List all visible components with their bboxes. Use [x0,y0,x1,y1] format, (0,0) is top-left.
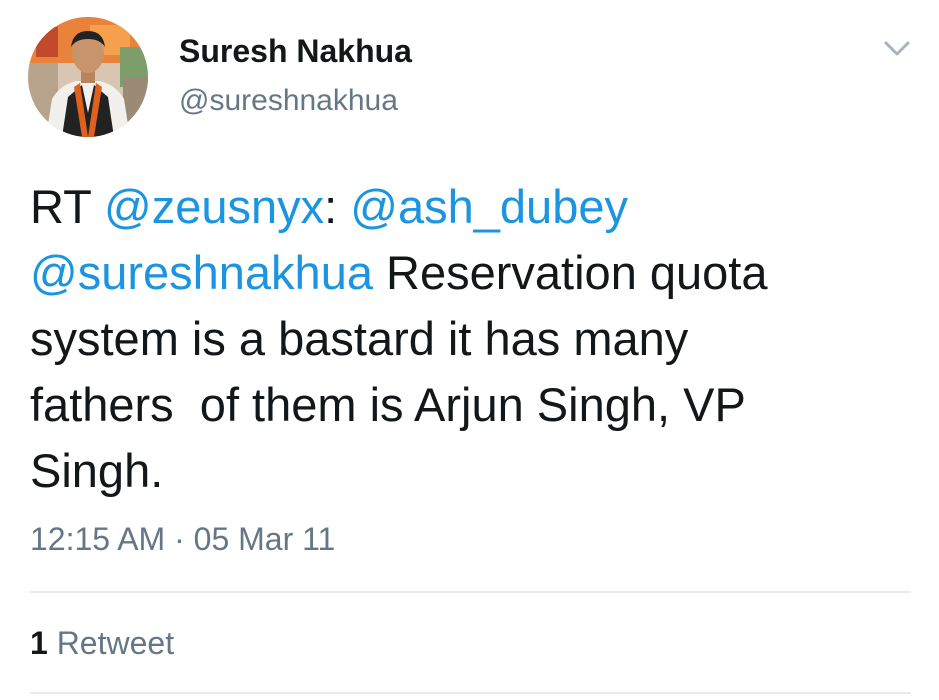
tweet-timestamp[interactable]: 12:15 AM · 05 Mar 11 [30,520,335,558]
avatar-photo [28,17,148,137]
tweet-card: Suresh Nakhua @sureshnakhua RT @zeusnyx:… [0,0,939,700]
divider [30,591,911,593]
tweet-text-segment: RT [30,180,105,233]
tweet-text-segment: : [324,180,351,233]
author-display-name[interactable]: Suresh Nakhua [179,32,412,70]
retweet-label: Retweet [56,625,175,661]
retweet-stat[interactable]: 1 Retweet [30,624,174,662]
mention-link[interactable]: @zeusnyx [104,180,324,233]
mention-link[interactable]: @ash_dubey [350,180,628,233]
tweet-date: 05 Mar 11 [193,521,336,557]
author-handle[interactable]: @sureshnakhua [179,83,398,119]
chevron-down-icon[interactable] [882,36,912,60]
meta-separator: · [174,521,185,557]
tweet-time: 12:15 AM [30,521,166,557]
avatar[interactable] [28,17,148,137]
mention-link[interactable]: @sureshnakhua [30,246,373,299]
retweet-count: 1 [30,625,48,661]
tweet-text: RT @zeusnyx: @ash_dubey @sureshnakhua Re… [30,174,910,504]
divider [30,692,911,694]
